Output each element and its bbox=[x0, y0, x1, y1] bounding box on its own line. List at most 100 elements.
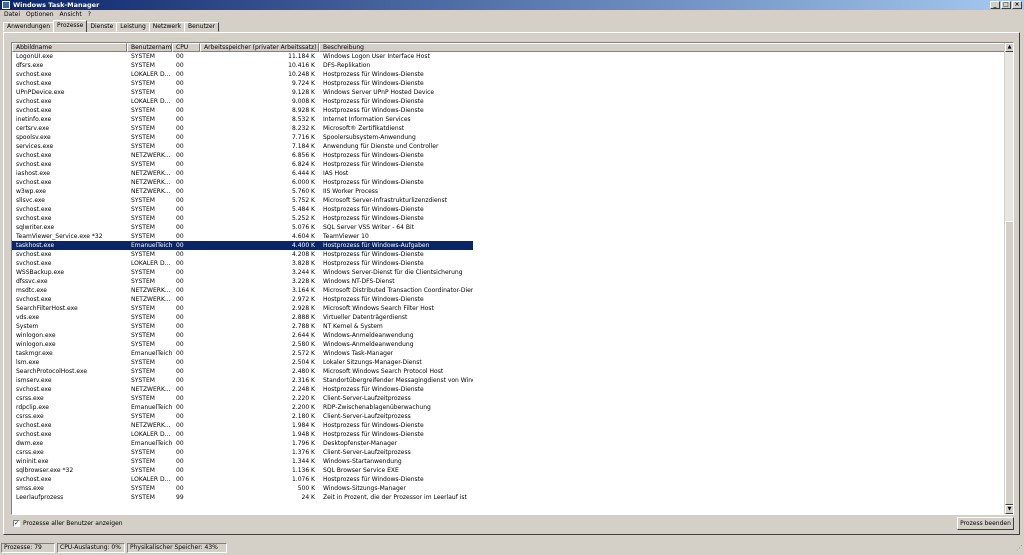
scroll-thumb[interactable] bbox=[1005, 221, 1013, 505]
table-row[interactable]: msdtc.exe NETZWERK... 00 3.164 K Microsoft D… bbox=[12, 286, 1005, 295]
process-list[interactable]: Abbildname Benutzername CPU Arbeitsspeic… bbox=[11, 42, 1014, 515]
end-process-button[interactable]: Prozess beenden bbox=[957, 517, 1014, 530]
vertical-scrollbar[interactable]: ▲ ▼ bbox=[1004, 43, 1013, 514]
table-row[interactable]: winlogon.exe SYSTEM 00 2.580 K Windows-Anmel… bbox=[12, 340, 1005, 349]
process-memory: 8.532 K bbox=[291, 116, 315, 123]
scroll-up-button[interactable]: ▲ bbox=[1005, 43, 1013, 52]
maximize-button[interactable]: □ bbox=[1001, 1, 1011, 9]
table-row[interactable]: dfsrs.exe SYSTEM 00 10.416 K DFS-Replikation bbox=[12, 61, 1005, 70]
minimize-button[interactable]: _ bbox=[990, 1, 1000, 9]
table-row[interactable]: smss.exe SYSTEM 00 500 K Windows-Sitzungs-Ma… bbox=[12, 484, 1005, 493]
scroll-down-button[interactable]: ▼ bbox=[1005, 505, 1013, 514]
table-row[interactable]: lsm.exe SYSTEM 00 2.504 K Lokaler Sitzungs-M… bbox=[12, 358, 1005, 367]
process-user: SYSTEM bbox=[131, 80, 155, 87]
tab-performance[interactable]: Leistung bbox=[116, 22, 150, 32]
table-row[interactable]: TeamViewer_Service.exe *32 SYSTEM 00 4.604 … bbox=[12, 232, 1005, 241]
table-row[interactable]: svchost.exe SYSTEM 00 6.824 K Hostprozess fü… bbox=[12, 160, 1005, 169]
table-row[interactable]: csrss.exe SYSTEM 00 2.220 K Client-Server-La… bbox=[12, 394, 1005, 403]
table-row[interactable]: LogonUI.exe SYSTEM 00 11.184 K Windows Logon… bbox=[12, 52, 1005, 61]
table-row[interactable]: Leerlaufprozess SYSTEM 99 24 K Zeit in Proze… bbox=[12, 493, 1005, 502]
show-all-users-option[interactable]: ✓ Prozesse aller Benutzer anzeigen bbox=[13, 519, 123, 527]
table-row[interactable]: svchost.exe NETZWERK... 00 6.856 K Hostproze… bbox=[12, 151, 1005, 160]
table-row[interactable]: svchost.exe LOKALER D... 00 10.248 K Hostpro… bbox=[12, 70, 1005, 79]
table-row[interactable]: wininit.exe SYSTEM 00 1.344 K Windows-Starta… bbox=[12, 457, 1005, 466]
table-row[interactable]: certsrv.exe SYSTEM 00 8.232 K Microsoft® Zer… bbox=[12, 124, 1005, 133]
process-description: Windows Task-Manager bbox=[323, 350, 394, 357]
column-header-user-name[interactable]: Benutzername bbox=[127, 43, 172, 52]
column-header-description[interactable]: Beschreibung bbox=[319, 43, 1005, 52]
table-row[interactable]: UPnPDevice.exe SYSTEM 00 9.128 K Windows Ser… bbox=[12, 88, 1005, 97]
process-user: SYSTEM bbox=[131, 197, 155, 204]
process-memory: 2.200 K bbox=[291, 404, 315, 411]
process-user: NETZWERK... bbox=[131, 170, 171, 177]
process-memory: 7.184 K bbox=[291, 143, 315, 150]
table-row[interactable]: winlogon.exe SYSTEM 00 2.644 K Windows-Anmel… bbox=[12, 331, 1005, 340]
column-header-cpu[interactable]: CPU bbox=[172, 43, 200, 52]
process-name: iashost.exe bbox=[16, 170, 50, 177]
table-row[interactable]: vds.exe SYSTEM 00 2.888 K Virtueller Datentr… bbox=[12, 313, 1005, 322]
process-name: lsm.exe bbox=[16, 359, 40, 366]
table-row[interactable]: System SYSTEM 00 2.788 K NT Kernel & System bbox=[12, 322, 1005, 331]
table-row[interactable]: svchost.exe SYSTEM 00 5.252 K Hostprozess fü… bbox=[12, 214, 1005, 223]
tab-users[interactable]: Benutzer bbox=[184, 22, 220, 32]
close-button[interactable]: × bbox=[1012, 1, 1022, 9]
table-row[interactable]: svchost.exe NETZWERK... 00 6.000 K Hostproze… bbox=[12, 178, 1005, 187]
show-all-users-checkbox[interactable]: ✓ bbox=[13, 519, 20, 527]
table-row[interactable]: iashost.exe NETZWERK... 00 6.444 K IAS Host bbox=[12, 169, 1005, 178]
tab-applications[interactable]: Anwendungen bbox=[3, 22, 55, 32]
table-row[interactable]: services.exe SYSTEM 00 7.184 K Anwendung für… bbox=[12, 142, 1005, 151]
process-name: svchost.exe bbox=[16, 107, 52, 114]
process-memory: 3.228 K bbox=[291, 278, 315, 285]
table-row[interactable]: csrss.exe SYSTEM 00 2.180 K Client-Server-La… bbox=[12, 412, 1005, 421]
table-row[interactable]: svchost.exe LOKALER D... 00 3.828 K Hostproz… bbox=[12, 259, 1005, 268]
process-description: Standortübergreifender Messagingdienst v… bbox=[323, 377, 473, 384]
column-header-image-name[interactable]: Abbildname bbox=[12, 43, 127, 52]
process-name: System bbox=[16, 323, 39, 330]
table-row[interactable]: SearchProtocolHost.exe SYSTEM 00 2.480 K Mic… bbox=[12, 367, 1005, 376]
process-cpu: 00 bbox=[176, 359, 184, 366]
process-user: SYSTEM bbox=[131, 323, 155, 330]
table-row[interactable]: WSSBackup.exe SYSTEM 00 3.244 K Windows Serv… bbox=[12, 268, 1005, 277]
table-row[interactable]: sllsvc.exe SYSTEM 00 5.752 K Microsoft Serve… bbox=[12, 196, 1005, 205]
process-memory: 5.752 K bbox=[291, 197, 315, 204]
process-memory: 3.828 K bbox=[291, 260, 315, 267]
table-row[interactable]: svchost.exe NETZWERK... 00 2.972 K Hostproze… bbox=[12, 295, 1005, 304]
table-row[interactable]: csrss.exe SYSTEM 00 1.376 K Client-Server-La… bbox=[12, 448, 1005, 457]
tab-processes[interactable]: Prozesse bbox=[53, 20, 88, 32]
table-row[interactable]: svchost.exe SYSTEM 00 8.928 K Hostprozess fü… bbox=[12, 106, 1005, 115]
process-cpu: 00 bbox=[176, 395, 184, 402]
table-row[interactable]: rdpclip.exe EmanuelTeicht 00 2.200 K RDP-Zwi… bbox=[12, 403, 1005, 412]
process-name: svchost.exe bbox=[16, 386, 52, 393]
process-memory: 7.716 K bbox=[291, 134, 315, 141]
table-row[interactable]: dfssvc.exe SYSTEM 00 3.228 K Windows NT-DFS-… bbox=[12, 277, 1005, 286]
table-row[interactable]: svchost.exe NETZWERK... 00 2.248 K Hostproze… bbox=[12, 385, 1005, 394]
table-row[interactable]: svchost.exe SYSTEM 00 4.208 K Hostprozess fü… bbox=[12, 250, 1005, 259]
table-row[interactable]: taskmgr.exe EmanuelTeicht 00 2.572 K Windows… bbox=[12, 349, 1005, 358]
tab-services[interactable]: Dienste bbox=[86, 22, 118, 32]
table-row[interactable]: inetinfo.exe SYSTEM 00 8.532 K Internet Info… bbox=[12, 115, 1005, 124]
table-row[interactable]: svchost.exe LOKALER D... 00 1.948 K Hostproz… bbox=[12, 430, 1005, 439]
table-row[interactable]: sqlbrowser.exe *32 SYSTEM 00 1.136 K SQL Bro… bbox=[12, 466, 1005, 475]
title-bar[interactable]: Windows Task-Manager _ □ × bbox=[0, 0, 1024, 10]
process-memory: 5.076 K bbox=[291, 224, 315, 231]
menu-options[interactable]: Optionen bbox=[26, 10, 54, 19]
table-row[interactable]: ismserv.exe SYSTEM 00 2.316 K Standortübergr… bbox=[12, 376, 1005, 385]
table-row[interactable]: taskhost.exe EmanuelTeicht 00 4.400 K Hostpr… bbox=[12, 241, 1005, 250]
table-row[interactable]: sqlwriter.exe SYSTEM 00 5.076 K SQL Server V… bbox=[12, 223, 1005, 232]
column-header-memory[interactable]: Arbeitsspeicher (privater Arbeitssatz) ▾ bbox=[200, 43, 319, 52]
table-row[interactable]: svchost.exe LOKALER D... 00 1.076 K Hostproz… bbox=[12, 475, 1005, 484]
menu-file[interactable]: Datei bbox=[4, 10, 20, 19]
table-row[interactable]: dwm.exe EmanuelTeicht 00 1.796 K Desktopfens… bbox=[12, 439, 1005, 448]
table-row[interactable]: svchost.exe SYSTEM 00 9.724 K Hostprozess fü… bbox=[12, 79, 1005, 88]
resize-grip-icon[interactable]: ⋰ bbox=[1014, 544, 1023, 553]
table-row[interactable]: spoolsv.exe SYSTEM 00 7.716 K Spoolersubsyst… bbox=[12, 133, 1005, 142]
menu-view[interactable]: Ansicht bbox=[60, 10, 82, 19]
table-row[interactable]: svchost.exe SYSTEM 00 5.484 K Hostprozess fü… bbox=[12, 205, 1005, 214]
table-row[interactable]: svchost.exe LOKALER D... 00 9.008 K Hostproz… bbox=[12, 97, 1005, 106]
table-row[interactable]: svchost.exe NETZWERK... 00 1.984 K Hostproze… bbox=[12, 421, 1005, 430]
table-row[interactable]: w3wp.exe NETZWERK... 00 5.760 K IIS Worker P… bbox=[12, 187, 1005, 196]
menu-help[interactable]: ? bbox=[88, 10, 91, 19]
tab-network[interactable]: Netzwerk bbox=[148, 22, 186, 32]
table-row[interactable]: SearchFilterHost.exe SYSTEM 00 2.928 K Micro… bbox=[12, 304, 1005, 313]
process-memory: 4.208 K bbox=[291, 251, 315, 258]
